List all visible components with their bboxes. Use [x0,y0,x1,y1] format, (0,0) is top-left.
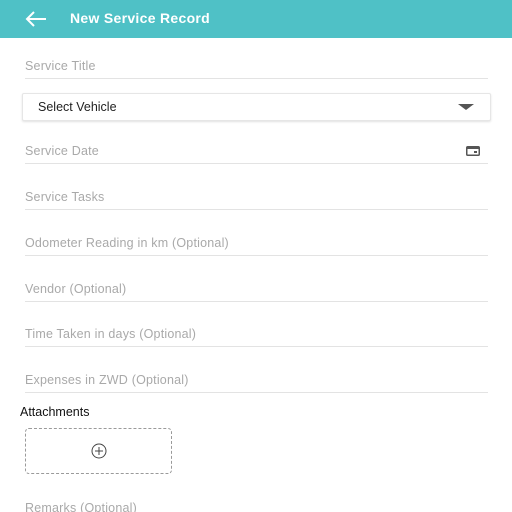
expenses-field[interactable]: Expenses in ZWD (Optional) [25,368,488,393]
vehicle-select[interactable]: Select Vehicle [22,93,491,121]
app-bar: New Service Record [0,0,512,38]
remarks-field[interactable]: Remarks (Optional) [25,496,488,512]
arrow-left-icon [25,11,46,27]
time-taken-field[interactable]: Time Taken in days (Optional) [25,322,488,347]
add-attachment-button[interactable] [25,428,172,474]
vendor-placeholder: Vendor (Optional) [25,282,127,296]
expenses-placeholder: Expenses in ZWD (Optional) [25,373,189,387]
service-title-placeholder: Service Title [25,59,96,73]
back-button[interactable] [22,7,50,31]
odometer-placeholder: Odometer Reading in km (Optional) [25,236,229,250]
time-taken-placeholder: Time Taken in days (Optional) [25,327,197,341]
new-service-record-screen: New Service Record Service Title Select … [0,0,512,512]
vendor-field[interactable]: Vendor (Optional) [25,277,488,302]
service-tasks-field[interactable]: Service Tasks [25,185,488,210]
add-circle-icon [91,443,107,459]
service-tasks-placeholder: Service Tasks [25,190,105,204]
service-date-field[interactable]: Service Date [25,139,488,164]
service-title-field[interactable]: Service Title [25,54,488,79]
vehicle-select-value: Select Vehicle [38,100,117,114]
page-title: New Service Record [70,10,211,26]
odometer-field[interactable]: Odometer Reading in km (Optional) [25,231,488,256]
remarks-placeholder: Remarks (Optional) [25,501,137,512]
attachments-label: Attachments [20,405,90,419]
calendar-icon[interactable] [466,145,480,156]
dropdown-caret-icon [458,104,474,110]
service-date-placeholder: Service Date [25,144,99,158]
